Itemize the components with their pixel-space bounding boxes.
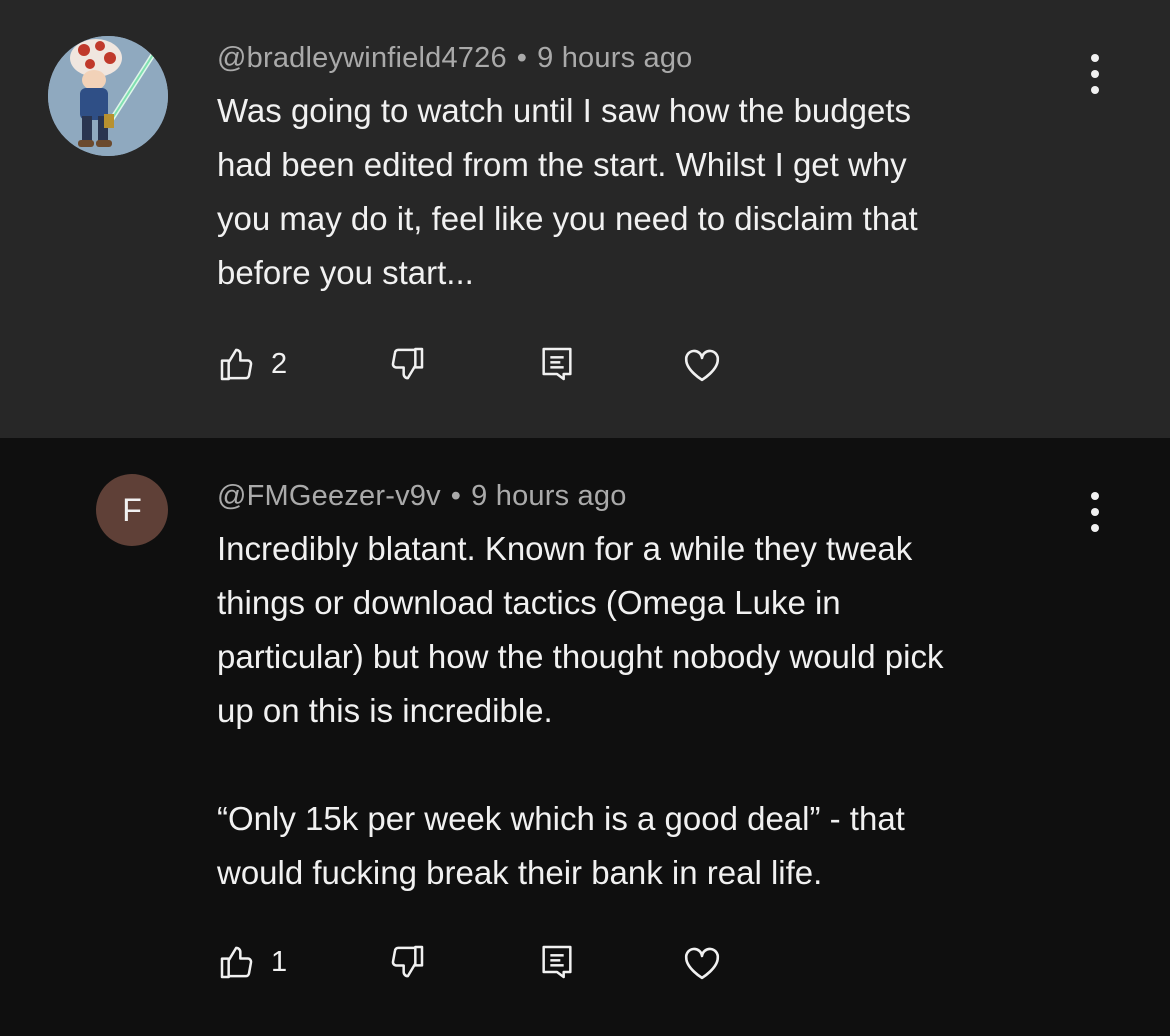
dislike-button[interactable] — [387, 344, 427, 384]
comment-2: F @FMGeezer-v9v • 9 hours ago Incredibly b… — [0, 438, 1170, 1036]
comment-meta: @bradleywinfield4726 • 9 hours ago — [217, 42, 693, 75]
thumbs-up-icon — [220, 348, 253, 381]
avatar[interactable] — [48, 36, 168, 156]
like-count: 1 — [271, 945, 288, 978]
like-button[interactable]: 1 — [217, 942, 287, 982]
comment-actions: 2 — [217, 344, 817, 394]
heart-icon — [684, 947, 720, 980]
reply-button[interactable] — [537, 942, 577, 982]
author-name[interactable]: @bradleywinfield4726 — [217, 42, 507, 74]
thumbs-up-icon — [220, 946, 253, 979]
toad-lightsaber-avatar — [48, 36, 168, 156]
dislike-button[interactable] — [387, 942, 427, 982]
separator-dot: • — [450, 480, 462, 512]
heart-icon — [684, 349, 720, 382]
timestamp[interactable]: 9 hours ago — [537, 42, 692, 74]
reply-icon — [542, 945, 572, 979]
comment-1: @bradleywinfield4726 • 9 hours ago Was goi… — [0, 0, 1170, 438]
comment-text: Was going to watch until I saw how the b… — [217, 92, 918, 291]
like-button[interactable]: 2 — [217, 344, 287, 384]
separator-dot: • — [516, 42, 528, 74]
like-count: 2 — [271, 347, 288, 380]
timestamp[interactable]: 9 hours ago — [471, 480, 626, 512]
thumbs-down-icon — [391, 945, 424, 978]
reply-icon — [542, 347, 572, 381]
thumbs-down-icon — [391, 347, 424, 380]
avatar[interactable]: F — [96, 474, 168, 546]
comment-meta: @FMGeezer-v9v • 9 hours ago — [217, 480, 627, 513]
heart-button[interactable] — [681, 942, 723, 984]
comment-actions: 1 — [217, 942, 817, 992]
avatar-letter: F — [122, 491, 142, 528]
comment-text: Incredibly blatant. Known for a while th… — [217, 530, 944, 891]
author-name[interactable]: @FMGeezer-v9v — [217, 480, 441, 512]
heart-button[interactable] — [681, 344, 723, 386]
reply-button[interactable] — [537, 344, 577, 384]
